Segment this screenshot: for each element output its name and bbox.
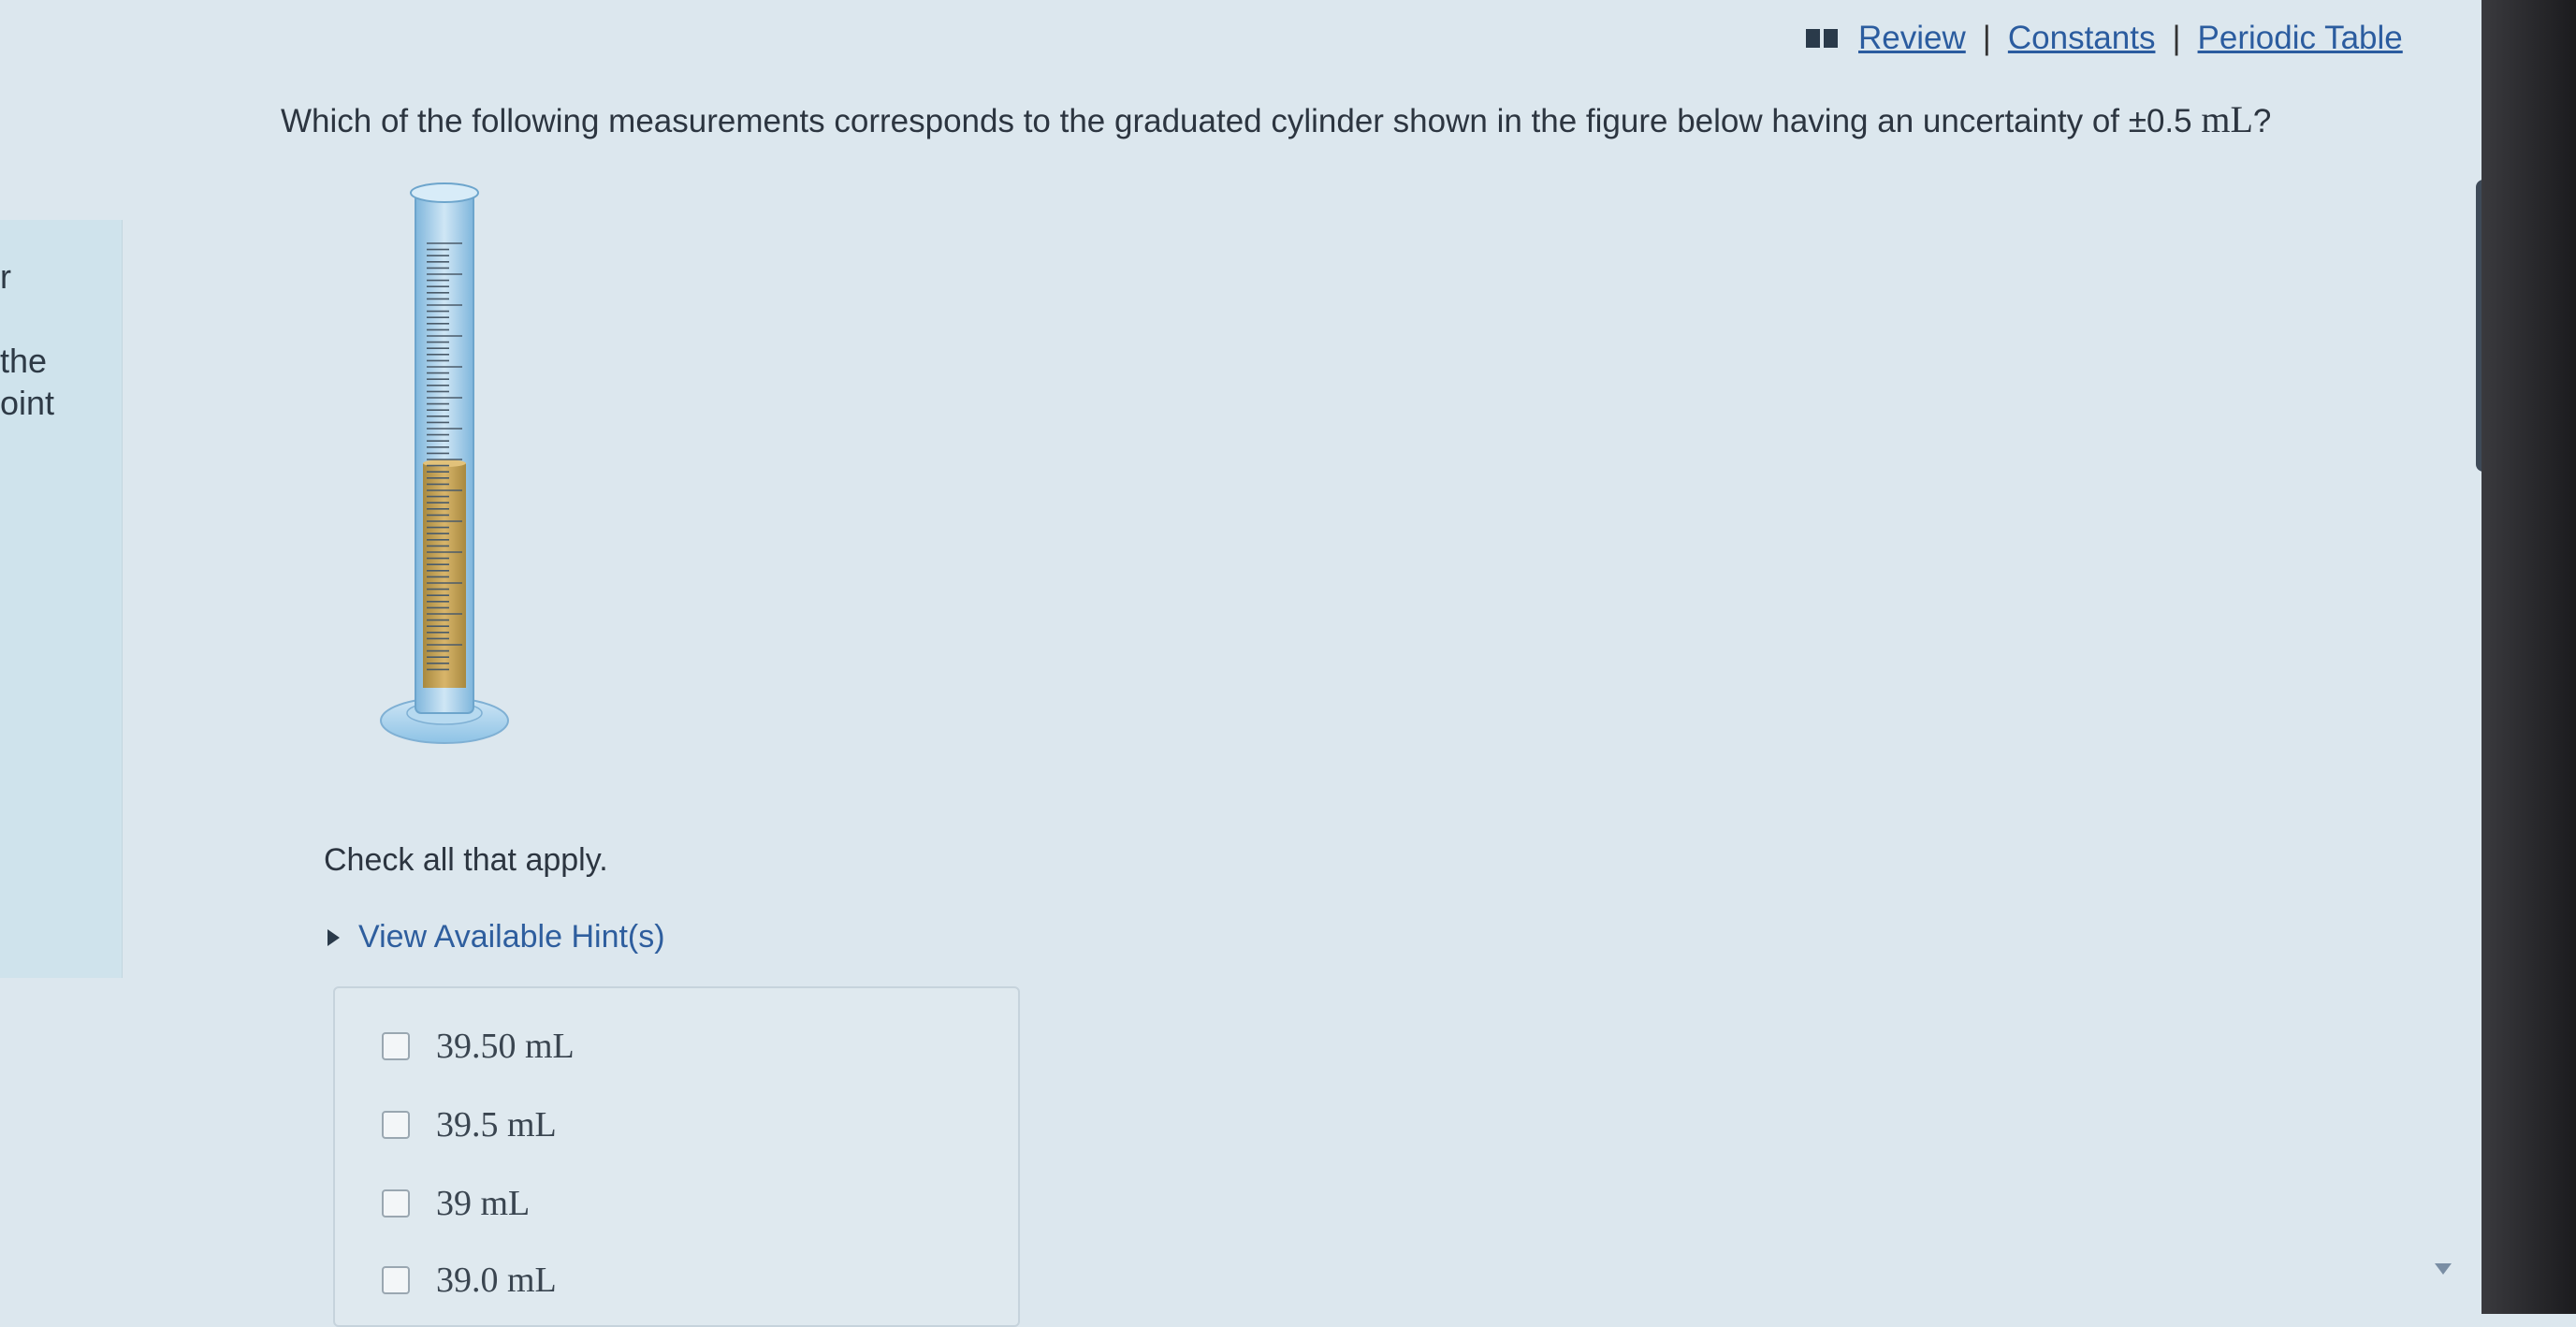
instructions: Check all that apply. [324,842,608,878]
graduated-cylinder-figure [380,182,509,744]
left-panel: r the oint [0,220,123,978]
left-panel-fragment: oint [0,384,55,422]
question-unit: mL [2201,98,2253,140]
checkbox[interactable] [382,1032,410,1060]
view-hints-toggle[interactable]: View Available Hint(s) [327,919,665,955]
checkbox[interactable] [382,1189,410,1218]
caret-right-icon [327,928,340,946]
option-39-0-ml[interactable]: 39.0 mL [382,1260,557,1301]
book-icon [1806,29,1838,48]
question-text: Which of the following measurements corr… [281,97,2271,141]
question-prefix: Which of the following measurements corr… [281,103,2192,139]
checkbox[interactable] [382,1266,410,1294]
link-separator: | [2172,20,2181,56]
option-label: 39.50 mL [436,1027,575,1066]
constants-link[interactable]: Constants [2008,20,2156,57]
resource-links: Review | Constants | Periodic Table [1806,13,2403,64]
left-panel-fragment: the [0,342,48,380]
checkbox[interactable] [382,1111,410,1139]
answer-options: 39.50 mL 39.5 mL 39 mL 39.0 mL [333,986,1020,1327]
option-label: 39 mL [436,1184,531,1223]
option-label: 39.5 mL [436,1105,557,1145]
option-39-ml[interactable]: 39 mL [382,1183,530,1224]
option-39-50-ml[interactable]: 39.50 mL [382,1026,575,1067]
periodic-table-link[interactable]: Periodic Table [2198,20,2403,57]
option-label: 39.0 mL [436,1261,557,1300]
option-39-5-ml[interactable]: 39.5 mL [382,1104,557,1145]
hint-label: View Available Hint(s) [358,919,665,955]
question-suffix: ? [2252,103,2272,139]
link-separator: | [1982,20,1991,56]
scroll-down-arrow-icon[interactable] [2435,1263,2452,1275]
left-panel-fragment: r [0,257,11,296]
review-link[interactable]: Review [1858,20,1966,57]
screen-bezel [2481,0,2576,1314]
